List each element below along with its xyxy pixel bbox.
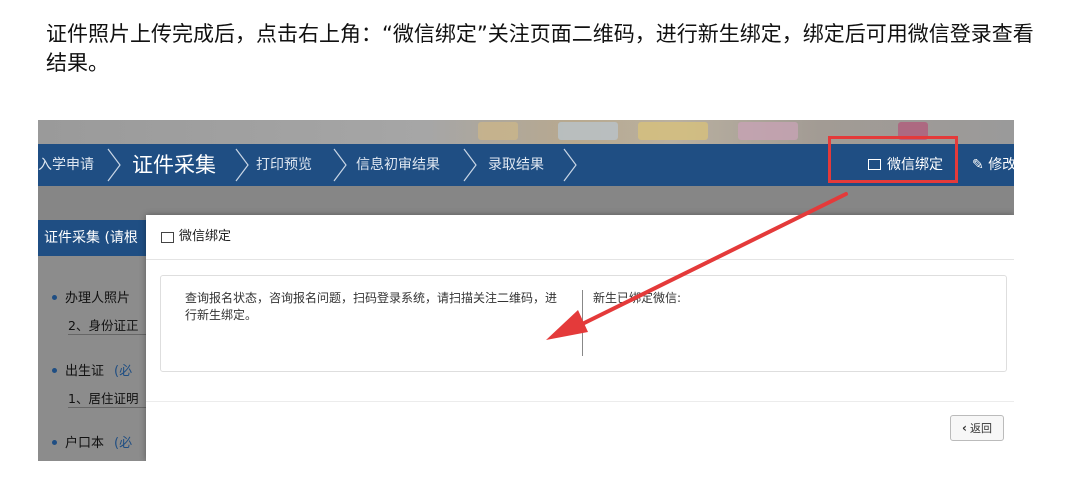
back-label: 返回 (969, 422, 992, 435)
nav-separator-icon (107, 148, 121, 182)
banner-decoration (478, 122, 518, 140)
pencil-icon: ✎ (972, 157, 984, 173)
binding-instructions: 查询报名状态，咨询报名问题，扫码登录系统，请扫描关注二维码，进行新生绑定。 (185, 291, 558, 322)
bullet-icon (52, 440, 57, 445)
wechat-bind-dialog: 微信绑定 查询报名状态，咨询报名问题，扫码登录系统，请扫描关注二维码，进行新生绑… (146, 215, 1014, 461)
nav-item-print-preview[interactable]: 打印预览 (256, 144, 312, 186)
modify-button[interactable]: ✎ 修改 (972, 144, 1014, 186)
list-item-label: 户口本 (65, 436, 105, 451)
nav-item-document-collection[interactable]: 证件采集 (132, 144, 216, 186)
divider (68, 334, 150, 335)
required-tag: (必 (114, 364, 133, 379)
divider (582, 290, 583, 356)
info-box: 查询报名状态，咨询报名问题，扫码登录系统，请扫描关注二维码，进行新生绑定。 新生… (160, 275, 1007, 372)
window-icon (161, 232, 174, 243)
left-panel: 证件采集 (请根 办理人照片 2、身份证正 出生证 (必 1、居住证明 户口本 (必 (38, 220, 150, 461)
list-item: 出生证 (必 (52, 360, 132, 379)
chevron-left-icon: ‹ (962, 421, 967, 435)
instruction-text: 证件照片上传完成后，点击右上角：“微信绑定”关注页面二维码，进行新生绑定，绑定后… (46, 22, 1034, 75)
list-item: 办理人照片 (52, 287, 130, 306)
nav-separator-icon (463, 148, 477, 182)
nav-item-admission-result[interactable]: 录取结果 (488, 144, 544, 186)
divider (146, 401, 1014, 402)
back-button[interactable]: ‹ 返回 (950, 415, 1004, 441)
list-item-sub: 2、身份证正 (68, 318, 139, 333)
nav-separator-icon (563, 148, 577, 182)
required-tag: (必 (114, 436, 133, 451)
nav-separator-icon (333, 148, 347, 182)
bullet-icon (52, 368, 57, 373)
highlight-box (828, 136, 958, 183)
banner-decoration (558, 122, 618, 140)
dialog-header: 微信绑定 (146, 215, 1014, 260)
dialog-title: 微信绑定 (179, 229, 232, 244)
banner-decoration (638, 122, 708, 140)
bound-wechat-label: 新生已绑定微信: (593, 291, 682, 305)
list-item-sub: 1、居住证明 (68, 391, 139, 406)
panel-title: 证件采集 (请根 (38, 220, 150, 256)
nav-item-apply[interactable]: 入学申请 (38, 144, 94, 186)
banner-decoration (738, 122, 798, 140)
list-item-label: 出生证 (65, 364, 105, 379)
list-item: 户口本 (必 (52, 432, 132, 451)
divider (68, 407, 150, 408)
nav-item-initial-review[interactable]: 信息初审结果 (356, 144, 440, 186)
modify-label: 修改 (988, 157, 1014, 173)
nav-separator-icon (235, 148, 249, 182)
bullet-icon (52, 295, 57, 300)
list-item-label: 办理人照片 (65, 291, 131, 306)
